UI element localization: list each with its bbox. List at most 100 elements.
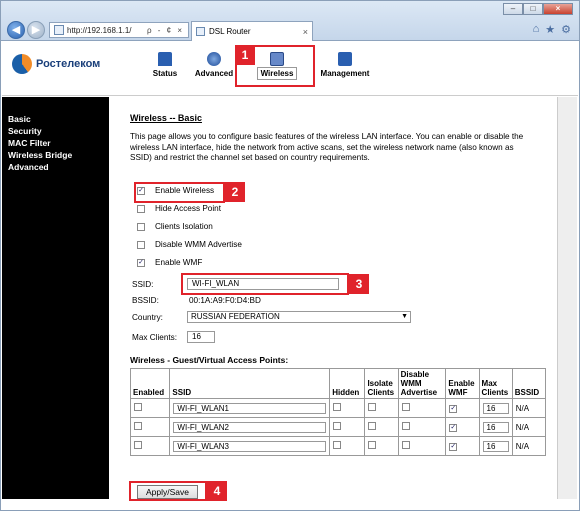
logo-text: Ростелеком [36,58,101,70]
chevron-down-icon: ▼ [401,313,408,320]
table-header: BSSID [511,368,547,399]
wmm-checkbox[interactable] [401,403,410,411]
callout-box-apply [129,481,207,501]
enabled-checkbox[interactable] [134,403,142,411]
checkbox-label: Hide Access Point [155,204,221,213]
callout-badge: 4 [207,481,227,501]
guest-max-clients-input[interactable]: 16 [482,402,509,414]
callout-box-ssid [181,273,349,295]
tab-title: DSL Router [209,27,251,36]
tab-close-icon[interactable]: × [303,27,308,37]
isolate-checkbox[interactable] [368,441,377,449]
ssid-label: SSID: [132,280,154,289]
max-clients-input[interactable]: 16 [187,331,215,343]
wmf-checkbox[interactable]: ✓ [449,443,458,451]
hidden-checkbox[interactable] [333,422,342,430]
clients-isolation-checkbox[interactable] [137,223,145,231]
callout-box-enable-wireless [134,182,225,203]
table-row: WI-FI_WLAN2 ✓ 16 N/A [129,417,547,437]
wmf-checkbox[interactable]: ✓ [449,405,458,413]
star-icon[interactable]: ★ [545,23,555,36]
checkbox-label: Disable WMM Advertise [155,240,242,249]
browser-right-icons: ⌂ ★ ⚙ [533,23,571,36]
address-tools[interactable]: ρ - ¢ × [147,26,184,35]
page-title: Wireless -- Basic [130,113,202,123]
table-header: Enabled [129,368,171,399]
country-label: Country: [132,313,163,322]
browser-toolbar: – □ × ◀ ▶ http://192.168.1.1/ ρ - ¢ × DS… [1,1,579,41]
table-header: SSID [169,368,331,399]
sidebar-item-advanced[interactable]: Advanced [8,161,109,173]
hidden-checkbox[interactable] [333,441,342,449]
guest-bssid: N/A [511,398,547,418]
guest-max-clients-input[interactable]: 16 [482,421,509,433]
wmm-checkbox[interactable] [401,441,410,449]
nav-management[interactable]: Management [312,52,378,78]
browser-window: – □ × ◀ ▶ http://192.168.1.1/ ρ - ¢ × DS… [0,0,580,511]
sidebar-item-security[interactable]: Security [8,125,109,137]
sidebar-item-wireless-bridge[interactable]: Wireless Bridge [8,149,109,161]
sidebar-item-mac-filter[interactable]: MAC Filter [8,137,109,149]
page-icon [54,25,64,35]
callout-badge: 1 [235,45,255,65]
enabled-checkbox[interactable] [134,441,142,449]
table-header: Hidden [329,368,366,399]
guest-ap-table: Enabled SSID Hidden Isolate Clients Disa… [129,368,547,456]
nav-advanced[interactable]: Advanced [190,52,238,78]
logo-mark-icon [12,54,32,74]
max-clients-label: Max Clients: [132,333,178,342]
sidebar: Basic Security MAC Filter Wireless Bridg… [2,97,109,499]
disable-wmm-checkbox[interactable] [137,241,145,249]
main-content: Wireless -- Basic This page allows you t… [109,97,557,499]
logo: Ростелеком [12,54,100,74]
window-controls: – □ × [503,3,573,15]
enable-wmf-checkbox[interactable]: ✓ [137,259,145,267]
scrollbar[interactable] [557,97,577,499]
wmm-checkbox[interactable] [401,422,410,430]
guest-ssid-input[interactable]: WI-FI_WLAN1 [173,402,327,414]
checkbox-label: Enable WMF [155,258,203,267]
table-row: WI-FI_WLAN3 ✓ 16 N/A [129,436,547,456]
callout-badge: 2 [225,182,245,202]
forward-arrow-icon[interactable]: ▶ [27,21,45,39]
close-window-button[interactable]: × [543,3,573,15]
guest-ap-title: Wireless - Guest/Virtual Access Points: [130,355,289,365]
sidebar-item-basic[interactable]: Basic [8,113,109,125]
hide-access-point-checkbox[interactable] [137,205,145,213]
browser-tab[interactable]: DSL Router × [191,21,313,41]
nav-status-label: Status [152,69,178,78]
table-header: Enable WMF [445,368,480,399]
wmf-checkbox[interactable]: ✓ [449,424,458,432]
page-icon [196,27,205,36]
guest-bssid: N/A [511,417,547,437]
isolate-checkbox[interactable] [368,403,377,411]
minimize-button[interactable]: – [503,3,523,15]
guest-ssid-input[interactable]: WI-FI_WLAN3 [173,440,327,452]
checkbox-label: Clients Isolation [155,222,213,231]
gear-icon[interactable]: ⚙ [561,23,571,36]
enabled-checkbox[interactable] [134,422,142,430]
nav-status[interactable]: Status [135,52,195,78]
back-arrow-icon[interactable]: ◀ [7,21,25,39]
table-header: Max Clients [478,368,513,399]
page-description: This page allows you to configure basic … [130,132,524,162]
address-url: http://192.168.1.1/ [67,25,132,35]
nav-advanced-label: Advanced [194,69,234,78]
hidden-checkbox[interactable] [333,403,342,411]
guest-ssid-input[interactable]: WI-FI_WLAN2 [173,421,327,433]
isolate-checkbox[interactable] [368,422,377,430]
nav-management-label: Management [320,69,370,78]
guest-bssid: N/A [511,436,547,456]
country-select[interactable]: RUSSIAN FEDERATION ▼ [187,311,411,323]
table-header: Disable WMM Advertise [397,368,447,399]
management-icon [338,52,352,66]
table-row: WI-FI_WLAN1 ✓ 16 N/A [129,398,547,418]
maximize-button[interactable]: □ [523,3,543,15]
callout-badge: 3 [349,274,369,294]
address-bar[interactable]: http://192.168.1.1/ ρ - ¢ × [49,22,189,38]
guest-max-clients-input[interactable]: 16 [482,440,509,452]
table-header: Isolate Clients [364,368,399,399]
home-icon[interactable]: ⌂ [533,23,540,36]
bssid-value: 00:1A:A9:F0:D4:BD [189,296,261,305]
country-value: RUSSIAN FEDERATION [191,312,280,321]
